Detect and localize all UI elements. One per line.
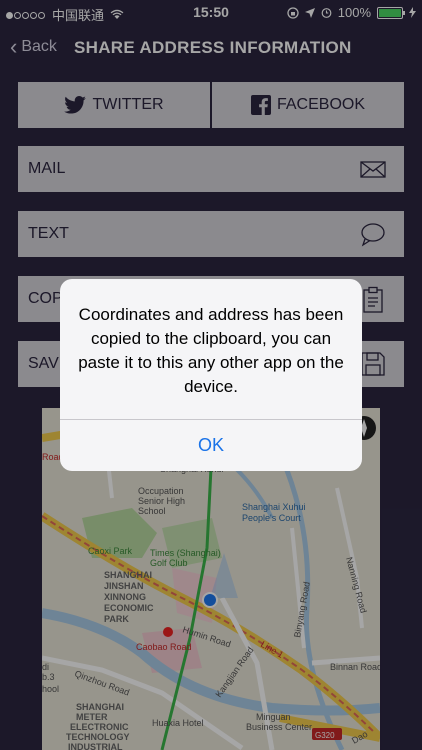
alert-dialog: Coordinates and address has been copied … xyxy=(60,279,362,471)
alert-message: Coordinates and address has been copied … xyxy=(78,305,344,396)
ok-button[interactable]: OK xyxy=(60,420,362,471)
